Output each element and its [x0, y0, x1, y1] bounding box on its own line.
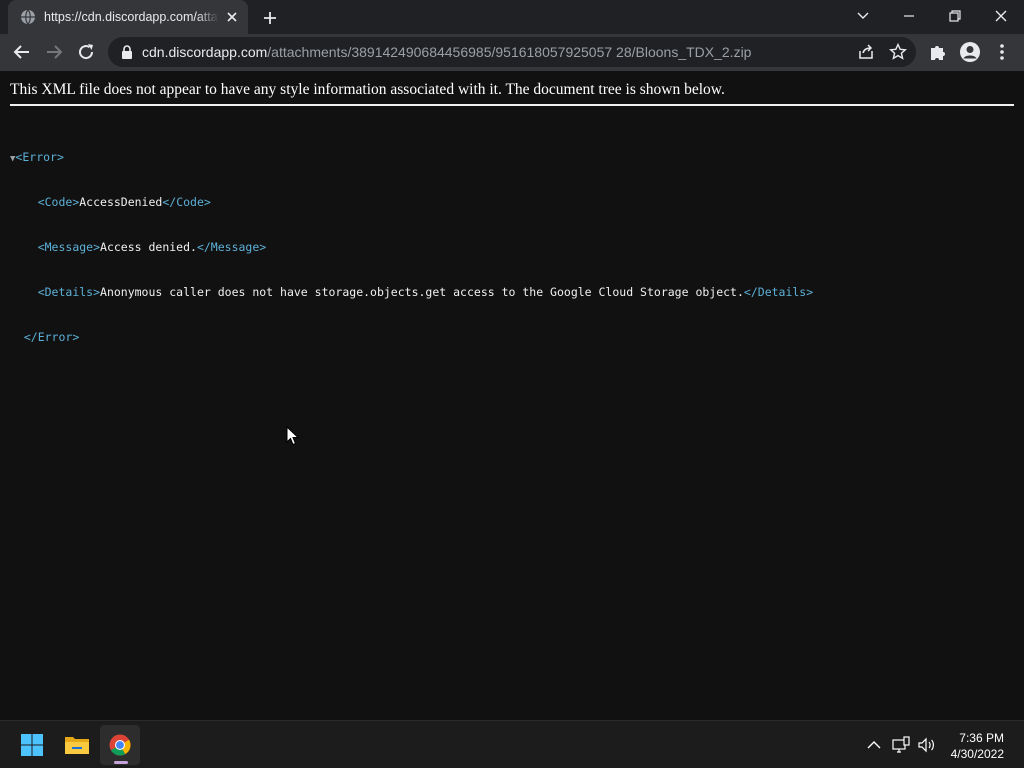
xml-code-line: <Code>AccessDenied</Code>	[10, 195, 813, 210]
network-icon[interactable]	[891, 735, 911, 755]
running-indicator	[114, 761, 128, 764]
xml-tag: <Error>	[15, 150, 64, 164]
system-clock[interactable]: 7:36 PM 4/30/2022	[934, 730, 1004, 762]
menu-kebab-icon[interactable]	[990, 40, 1014, 64]
chrome-icon	[109, 734, 131, 756]
xml-details-line: <Details>Anonymous caller does not have …	[10, 285, 813, 300]
restore-icon[interactable]	[941, 5, 969, 27]
tab-title: https://cdn.discordapp.com/attachments/3…	[44, 9, 219, 25]
url-text[interactable]: cdn.discordapp.com/attachments/389142490…	[142, 44, 751, 60]
xml-code-value: AccessDenied	[79, 195, 163, 209]
windows-logo-icon	[21, 734, 43, 756]
xml-root-close-line: </Error>	[10, 330, 813, 345]
xml-tag: </Details>	[743, 285, 814, 299]
xml-root-open-line[interactable]: ▼<Error>	[10, 150, 813, 165]
show-hidden-icons-chevron-icon[interactable]	[864, 735, 884, 755]
xml-tag: </Error>	[23, 330, 80, 344]
reload-icon[interactable]	[74, 40, 98, 64]
url-path: /attachments/389142490684456985/95161805…	[267, 44, 752, 60]
xml-message-value: Access denied.	[100, 240, 197, 254]
chrome-taskbar-button[interactable]	[100, 725, 140, 765]
folder-icon	[65, 737, 89, 754]
tab-strip: https://cdn.discordapp.com/attachments/3…	[0, 0, 1024, 34]
mouse-cursor-icon	[286, 426, 300, 446]
lock-icon[interactable]	[120, 44, 134, 60]
close-window-icon[interactable]	[987, 5, 1015, 27]
browser-toolbar: cdn.discordapp.com/attachments/389142490…	[0, 34, 1024, 71]
url-host: cdn.discordapp.com	[142, 44, 268, 60]
minimize-icon[interactable]	[895, 5, 923, 27]
xml-tag: </Code>	[162, 195, 211, 209]
file-explorer-button[interactable]	[56, 725, 96, 765]
globe-icon	[21, 9, 35, 25]
xml-details-value: Anonymous caller does not have storage.o…	[100, 285, 744, 299]
xml-message-line: <Message>Access denied.</Message>	[10, 240, 813, 255]
bookmark-star-icon[interactable]	[888, 42, 908, 62]
xml-tag: <Message>	[37, 240, 101, 254]
close-tab-icon[interactable]	[224, 9, 240, 25]
address-bar[interactable]: cdn.discordapp.com/attachments/389142490…	[108, 37, 916, 67]
windows-taskbar: 7:36 PM 4/30/2022	[0, 720, 1024, 768]
xml-style-notice: This XML file does not appear to have an…	[10, 81, 1014, 106]
xml-tag: </Message>	[196, 240, 267, 254]
profile-avatar-icon[interactable]	[958, 40, 982, 64]
forward-arrow-icon[interactable]	[42, 40, 66, 64]
xml-tag: <Details>	[37, 285, 101, 299]
extensions-puzzle-icon[interactable]	[926, 40, 950, 64]
volume-icon[interactable]	[916, 735, 936, 755]
share-icon[interactable]	[856, 42, 876, 62]
browser-tab[interactable]: https://cdn.discordapp.com/attachments/3…	[8, 0, 248, 34]
back-arrow-icon[interactable]	[10, 40, 34, 64]
start-button[interactable]	[12, 725, 52, 765]
page-content: This XML file does not appear to have an…	[0, 71, 1024, 720]
tab-search-chevron-icon[interactable]	[849, 5, 877, 27]
xml-document-tree: ▼<Error> <Code>AccessDenied</Code> <Mess…	[10, 120, 813, 375]
clock-date: 4/30/2022	[950, 747, 1004, 761]
new-tab-icon[interactable]	[260, 8, 280, 28]
clock-time: 7:36 PM	[959, 731, 1004, 745]
xml-tag: <Code>	[37, 195, 80, 209]
